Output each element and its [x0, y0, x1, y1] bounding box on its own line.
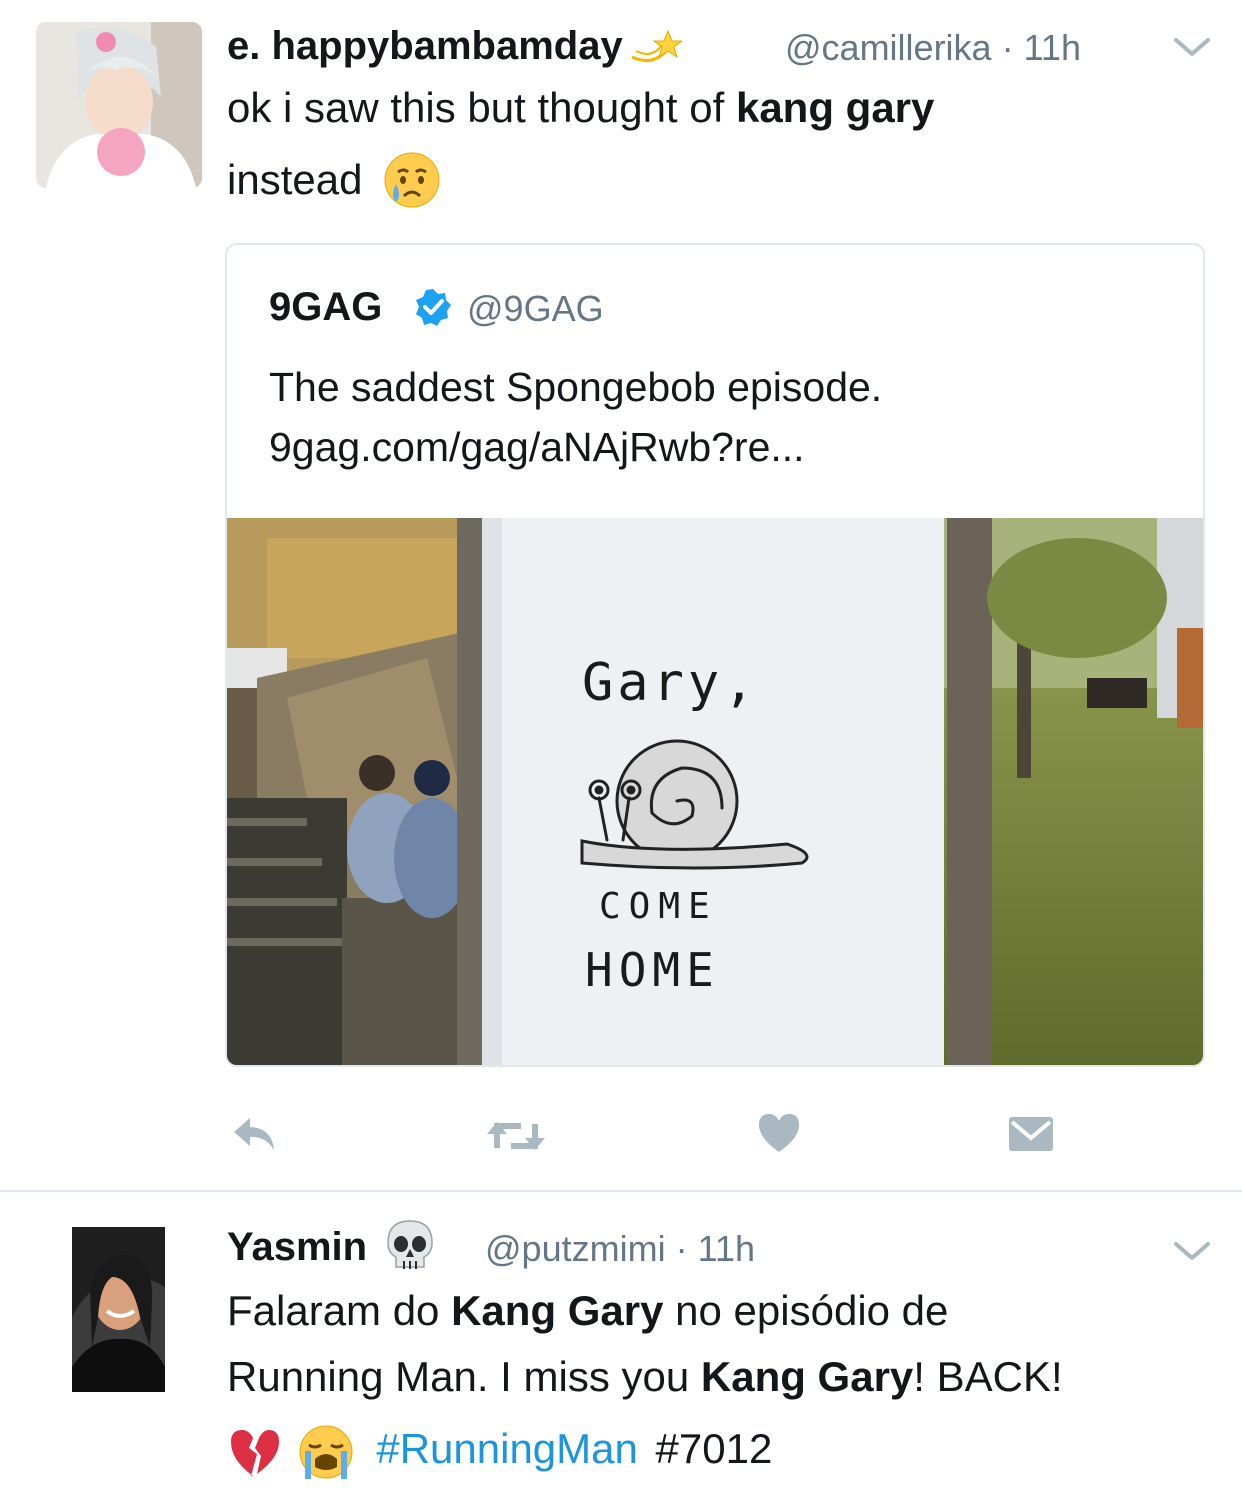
quoted-text-line: The saddest Spongebob episode.	[269, 364, 883, 410]
tweet-divider	[0, 1190, 1242, 1192]
tweet-text: ok i saw this but thought of kang gary i…	[227, 72, 1207, 216]
quoted-author-handle[interactable]: @9GAG	[467, 287, 604, 331]
quoted-tweet[interactable]: 9GAG @9GAG The saddest Spongebob episode…	[225, 243, 1205, 1067]
retweet-icon[interactable]	[487, 1118, 545, 1154]
skull-emoji-icon	[387, 1220, 433, 1270]
tweet-text-part: Falaram do	[227, 1287, 452, 1334]
tweet-text-part: ok i saw this but thought of	[227, 84, 736, 131]
tweet-text-bold: Kang Gary	[451, 1287, 664, 1334]
broken-heart-emoji-icon	[231, 1429, 279, 1476]
chevron-down-icon[interactable]	[1170, 32, 1214, 62]
verified-badge-icon	[416, 289, 451, 326]
poster-text-come: COME	[599, 886, 718, 927]
author-name-text: e. happybambamday	[227, 24, 623, 68]
message-icon[interactable]	[1008, 1116, 1054, 1152]
author-name-text: Yasmin	[227, 1225, 368, 1269]
timestamp[interactable]: · 11h	[676, 1228, 755, 1269]
reply-icon[interactable]	[230, 1114, 278, 1154]
poster-text-home: HOME	[585, 943, 720, 997]
tweet-text-part: #7012	[655, 1425, 773, 1472]
tweet-text-bold: Kang Gary	[700, 1353, 914, 1400]
tweet-text-part: instead	[227, 156, 363, 203]
avatar[interactable]	[72, 1227, 165, 1392]
timestamp[interactable]: · 11h	[1002, 27, 1081, 68]
crying-face-emoji-icon	[384, 152, 440, 208]
quoted-tweet-text: The saddest Spongebob episode. 9gag.com/…	[269, 357, 882, 477]
tweet-text-bold: kang gary	[735, 84, 935, 131]
tweet-text-part: Running Man. I miss you	[227, 1353, 701, 1400]
loudly-crying-face-emoji-icon	[299, 1425, 353, 1479]
quoted-author-name[interactable]: 9GAG	[269, 283, 382, 331]
hashtag-link[interactable]: #RunningMan	[376, 1425, 638, 1472]
tweet-text-part: ! BACK!	[913, 1353, 1063, 1400]
quoted-author-name-text: 9GAG	[269, 285, 383, 329]
author-name[interactable]: e. happybambamday	[227, 20, 682, 72]
tweet-text: Falaram do Kang Gary no episódio de Runn…	[227, 1278, 1227, 1482]
dizzy-emoji-icon	[631, 30, 682, 63]
author-handle[interactable]: @camillerika · 11h	[785, 28, 1081, 68]
quoted-link[interactable]: 9gag.com/gag/aNAjRwb?re...	[269, 417, 882, 477]
like-icon[interactable]	[757, 1112, 801, 1154]
author-handle-text: @camillerika	[785, 27, 992, 68]
tweet-text-part: no episódio de	[663, 1287, 949, 1334]
author-handle[interactable]: @putzmimi · 11h	[485, 1229, 755, 1269]
chevron-down-icon[interactable]	[1170, 1236, 1214, 1266]
poster-text-gary: Gary,	[582, 653, 759, 713]
avatar[interactable]	[36, 22, 202, 188]
author-name[interactable]: Yasmin	[227, 1220, 436, 1273]
quoted-image[interactable]: Gary, COME HOME	[227, 518, 1203, 1065]
author-handle-text: @putzmimi	[485, 1228, 666, 1269]
